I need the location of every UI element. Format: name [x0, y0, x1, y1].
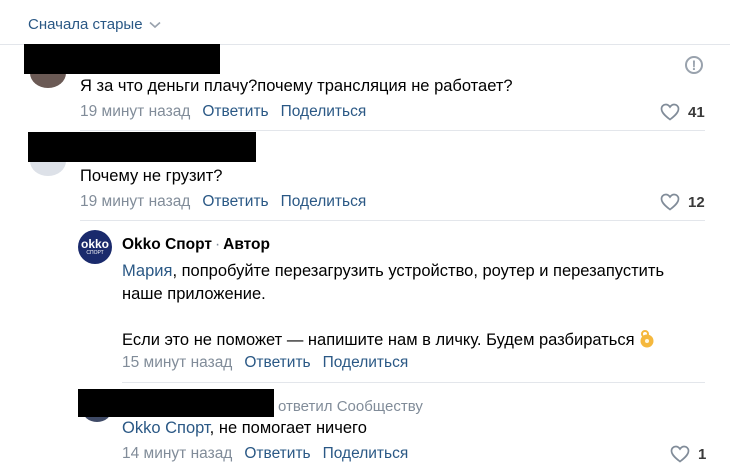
mention-link[interactable]: Мария	[122, 262, 172, 280]
like-count: 12	[688, 193, 705, 211]
sort-label: Сначала старые	[28, 16, 143, 33]
comment-meta: 19 минут назад Ответить Поделиться	[80, 103, 366, 121]
sort-dropdown[interactable]: Сначала старые	[28, 16, 161, 33]
author-name[interactable]: Okko Спорт	[122, 236, 212, 253]
share-button[interactable]: Поделиться	[281, 193, 367, 211]
redacted-author	[24, 44, 220, 74]
author-line: Okko Спорт · Автор	[122, 236, 270, 254]
like-button[interactable]: 1	[670, 445, 706, 463]
ok-hand-emoji-icon	[640, 330, 654, 348]
share-button[interactable]: Поделиться	[323, 445, 409, 463]
like-count: 1	[698, 445, 707, 463]
timestamp: 19 минут назад	[80, 103, 191, 120]
heart-icon	[660, 103, 680, 121]
like-button[interactable]: 12	[660, 193, 705, 211]
comment-text: Okko Спорт, не помогает ничего	[122, 419, 367, 437]
timestamp: 15 минут назад	[122, 354, 233, 371]
heart-icon	[660, 193, 680, 211]
reply-button[interactable]: Ответить	[244, 354, 310, 372]
share-button[interactable]: Поделиться	[281, 103, 367, 121]
timestamp: 14 минут назад	[122, 445, 233, 462]
share-button[interactable]: Поделиться	[323, 354, 409, 372]
divider	[122, 382, 705, 383]
reply-button[interactable]: Ответить	[244, 445, 310, 463]
okko-avatar[interactable]: okko СПОРТ	[78, 230, 112, 264]
separator: ·	[214, 236, 221, 253]
divider	[80, 130, 705, 131]
like-button[interactable]: 41	[660, 103, 705, 121]
report-icon[interactable]: !	[685, 56, 703, 74]
comment-text: Почему не грузит?	[80, 167, 223, 185]
comment-text: Я за что деньги плачу?почему трансляция …	[80, 77, 513, 95]
timestamp: 19 минут назад	[80, 193, 191, 210]
comment-meta: 19 минут назад Ответить Поделиться	[80, 193, 366, 211]
comment-meta: 14 минут назад Ответить Поделиться	[122, 445, 408, 463]
reply-button[interactable]: Ответить	[202, 103, 268, 121]
comment-meta: 15 минут назад Ответить Поделиться	[122, 354, 408, 372]
heart-icon	[670, 445, 690, 463]
replied-to-label: ответил Сообществу	[278, 398, 423, 415]
divider	[80, 220, 705, 221]
reply-text: Мария, попробуйте перезагрузить устройст…	[122, 262, 665, 349]
redacted-author	[78, 389, 274, 417]
mention-link[interactable]: Okko Спорт	[122, 419, 210, 437]
author-badge: Автор	[223, 236, 270, 253]
redacted-author	[28, 132, 256, 162]
chevron-down-icon	[149, 21, 161, 28]
reply-button[interactable]: Ответить	[202, 193, 268, 211]
like-count: 41	[688, 103, 705, 121]
